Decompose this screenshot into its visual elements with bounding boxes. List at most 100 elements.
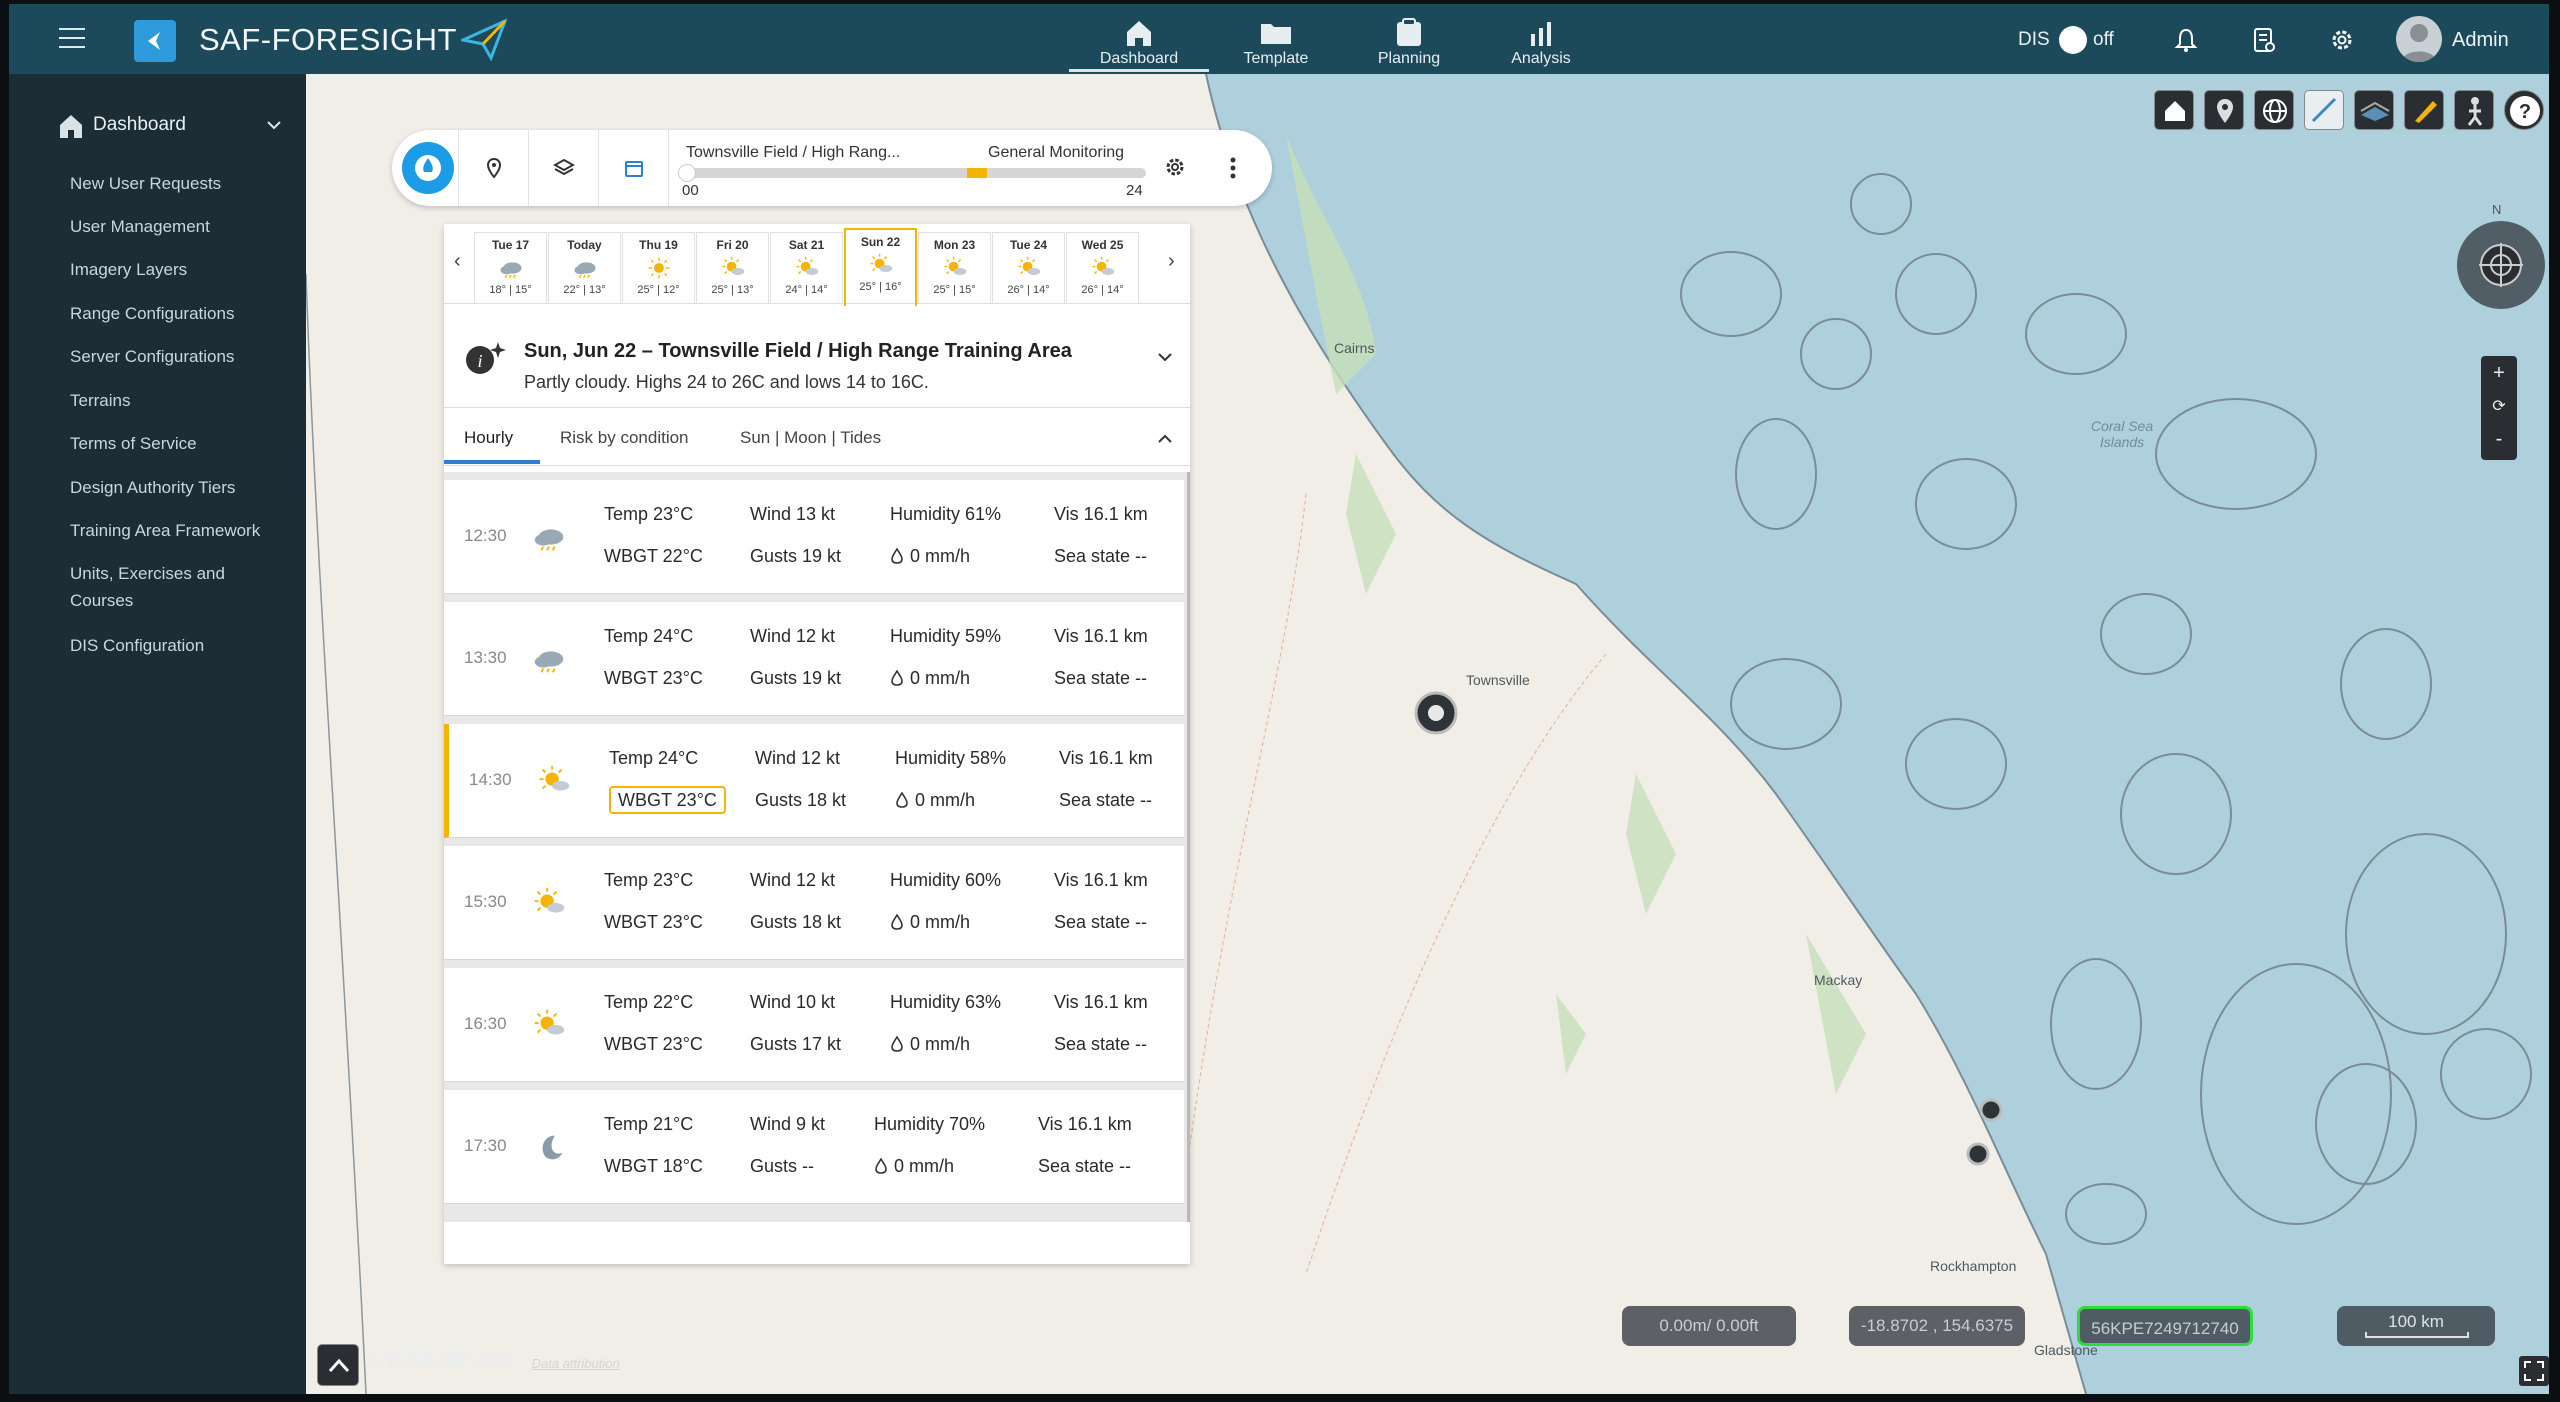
chevron-up-icon[interactable] [1156,430,1174,448]
day-card[interactable]: Today 22° | 13° [548,232,621,304]
temperature-value: Temp 21°C [604,1114,694,1134]
gusts-value: Gusts 19 kt [750,668,842,688]
sidebar-item-range-configurations[interactable]: Range Configurations [70,300,285,327]
weather-control-bar: Townsville Field / High Rang... General … [392,130,1272,206]
gusts-value: Gusts -- [750,1156,815,1176]
map-person-button[interactable] [2454,90,2494,130]
sidebar-item-design-authority-tiers[interactable]: Design Authority Tiers [70,474,285,501]
tab-sun-moon-tides[interactable]: Sun | Moon | Tides [740,428,881,448]
hourly-row[interactable]: 14:30 Temp 24°C WBGT 23°C Wind 12 kt Gus… [444,724,1184,838]
sidebar-item-imagery-layers[interactable]: Imagery Layers [70,256,285,283]
data-attribution-link[interactable]: Data attribution [532,1356,620,1371]
summary-title: Sun, Jun 22 – Townsville Field / High Ra… [524,340,1072,362]
gear-icon[interactable] [2328,26,2356,54]
layers-button[interactable] [528,130,598,206]
gear-icon[interactable] [1162,154,1188,180]
slider-end-label: 24 [1126,182,1143,199]
map-globe-button[interactable] [2254,90,2294,130]
nav-tab-analysis[interactable]: Analysis [1471,10,1611,72]
dis-toggle[interactable]: off [2059,26,2119,54]
sidebar-item-terms-of-service[interactable]: Terms of Service [70,430,285,457]
zoom-reset-icon[interactable]: ⟳ [2481,390,2517,424]
hourly-list[interactable]: 12:30 Temp 23°C WBGT 22°C Wind 13 kt Gus… [444,472,1190,1222]
weather-mode-button[interactable] [402,142,454,194]
chevron-left-icon[interactable]: ‹ [454,250,461,273]
divider [668,130,669,206]
day-card[interactable]: Fri 20 25° | 13° [696,232,769,304]
back-arrow-icon[interactable] [134,20,176,62]
tab-risk-by-condition[interactable]: Risk by condition [560,428,689,448]
nav-tab-dashboard[interactable]: Dashboard [1069,10,1209,72]
day-card[interactable]: Thu 19 25° | 12° [622,232,695,304]
day-card[interactable]: Tue 24 26° | 14° [992,232,1065,304]
map-location-button[interactable] [2204,90,2244,130]
expand-up-button[interactable] [317,1344,359,1386]
rain-drop-icon [891,1035,903,1052]
sidebar-item-training-area-framework[interactable]: Training Area Framework [70,517,285,544]
sidebar-item-new-user-requests[interactable]: New User Requests [70,170,285,197]
day-card[interactable]: Mon 23 25° | 15° [918,232,991,304]
more-vertical-icon[interactable] [1228,156,1238,180]
hourly-row[interactable]: 17:30 Temp 21°C WBGT 18°C Wind 9 kt Gust… [444,1090,1184,1204]
zoom-out-icon[interactable]: - [2481,424,2517,458]
chevron-down-icon[interactable] [1156,348,1174,366]
sidebar-item-server-configurations[interactable]: Server Configurations [70,343,285,370]
monitoring-mode: General Monitoring [988,144,1125,161]
time-slider[interactable] [686,168,1146,178]
chevron-right-icon[interactable]: › [1168,250,1175,273]
compass-widget[interactable]: N [2454,202,2548,314]
sea-state-value: Sea state -- [1054,668,1148,688]
hamburger-menu-icon[interactable] [59,28,85,48]
day-card[interactable]: Sat 21 24° | 14° [770,232,843,304]
map-measure-button[interactable] [2304,90,2344,130]
zoom-in-icon[interactable]: + [2481,356,2517,390]
map-label-cairns: Cairns [1334,340,1375,356]
document-list-icon[interactable] [2250,26,2278,54]
clipboard-icon [1397,18,1421,46]
sidebar-item-dis-configuration[interactable]: DIS Configuration [70,632,285,659]
avatar[interactable] [2396,16,2442,62]
sidebar-item-units-exercises-courses[interactable]: Units, Exercises and Courses [70,560,285,614]
map-terrain-button[interactable] [2354,90,2394,130]
compass-icon [2457,221,2545,309]
hourly-row[interactable]: 15:30 Temp 23°C WBGT 23°C Wind 12 kt Gus… [444,846,1184,960]
map-help-button[interactable]: ? [2504,90,2544,130]
day-label: Sun 22 [860,235,901,249]
day-card[interactable]: Sun 22 25° | 16° [844,228,917,306]
hour-time: 14:30 [469,770,512,789]
day-temps: 22° | 13° [563,284,606,296]
visibility-value: Vis 16.1 km [1038,1114,1132,1134]
visibility-value: Vis 16.1 km [1059,748,1153,768]
rain-drop-icon [891,913,903,930]
day-summary: i Sun, Jun 22 – Townsville Field / High … [444,324,1190,408]
partly-cloudy-icon [535,762,573,805]
map-label-townsville: Townsville [1466,672,1530,688]
grid-reference-readout[interactable]: 56KPE7249712740 [2077,1306,2253,1346]
map-home-button[interactable] [2154,90,2194,130]
nav-tab-planning[interactable]: Planning [1339,10,1479,72]
hourly-row[interactable]: 12:30 Temp 23°C WBGT 22°C Wind 13 kt Gus… [444,480,1184,594]
folder-icon [1261,24,1291,44]
user-name[interactable]: Admin [2452,29,2509,52]
bell-icon[interactable] [2172,26,2200,54]
wbgt-value: WBGT 23°C [604,912,703,932]
temperature-value: Temp 23°C [604,504,694,524]
hourly-row[interactable]: 13:30 Temp 24°C WBGT 23°C Wind 12 kt Gus… [444,602,1184,716]
wbgt-value: WBGT 22°C [604,546,703,566]
calendar-button[interactable] [598,130,668,206]
sidebar-item-terrains[interactable]: Terrains [70,387,285,414]
day-card[interactable]: Tue 17 18° | 15° [474,232,547,304]
hour-time: 16:30 [464,1014,507,1033]
day-card[interactable]: Wed 25 26° | 14° [1066,232,1139,304]
nav-tab-template[interactable]: Template [1206,10,1346,72]
cloud-icon [549,254,620,282]
info-sparkle-icon: i [466,342,506,374]
hourly-row[interactable]: 16:30 Temp 22°C WBGT 23°C Wind 10 kt Gus… [444,968,1184,1082]
sidebar-section-dashboard[interactable]: Dashboard [49,106,289,146]
tab-hourly[interactable]: Hourly [464,428,513,448]
sidebar-item-user-management[interactable]: User Management [70,213,285,240]
fullscreen-icon[interactable] [2519,1356,2549,1386]
location-button[interactable] [458,130,528,206]
map-draw-button[interactable] [2404,90,2444,130]
time-slider-handle[interactable] [678,164,696,182]
